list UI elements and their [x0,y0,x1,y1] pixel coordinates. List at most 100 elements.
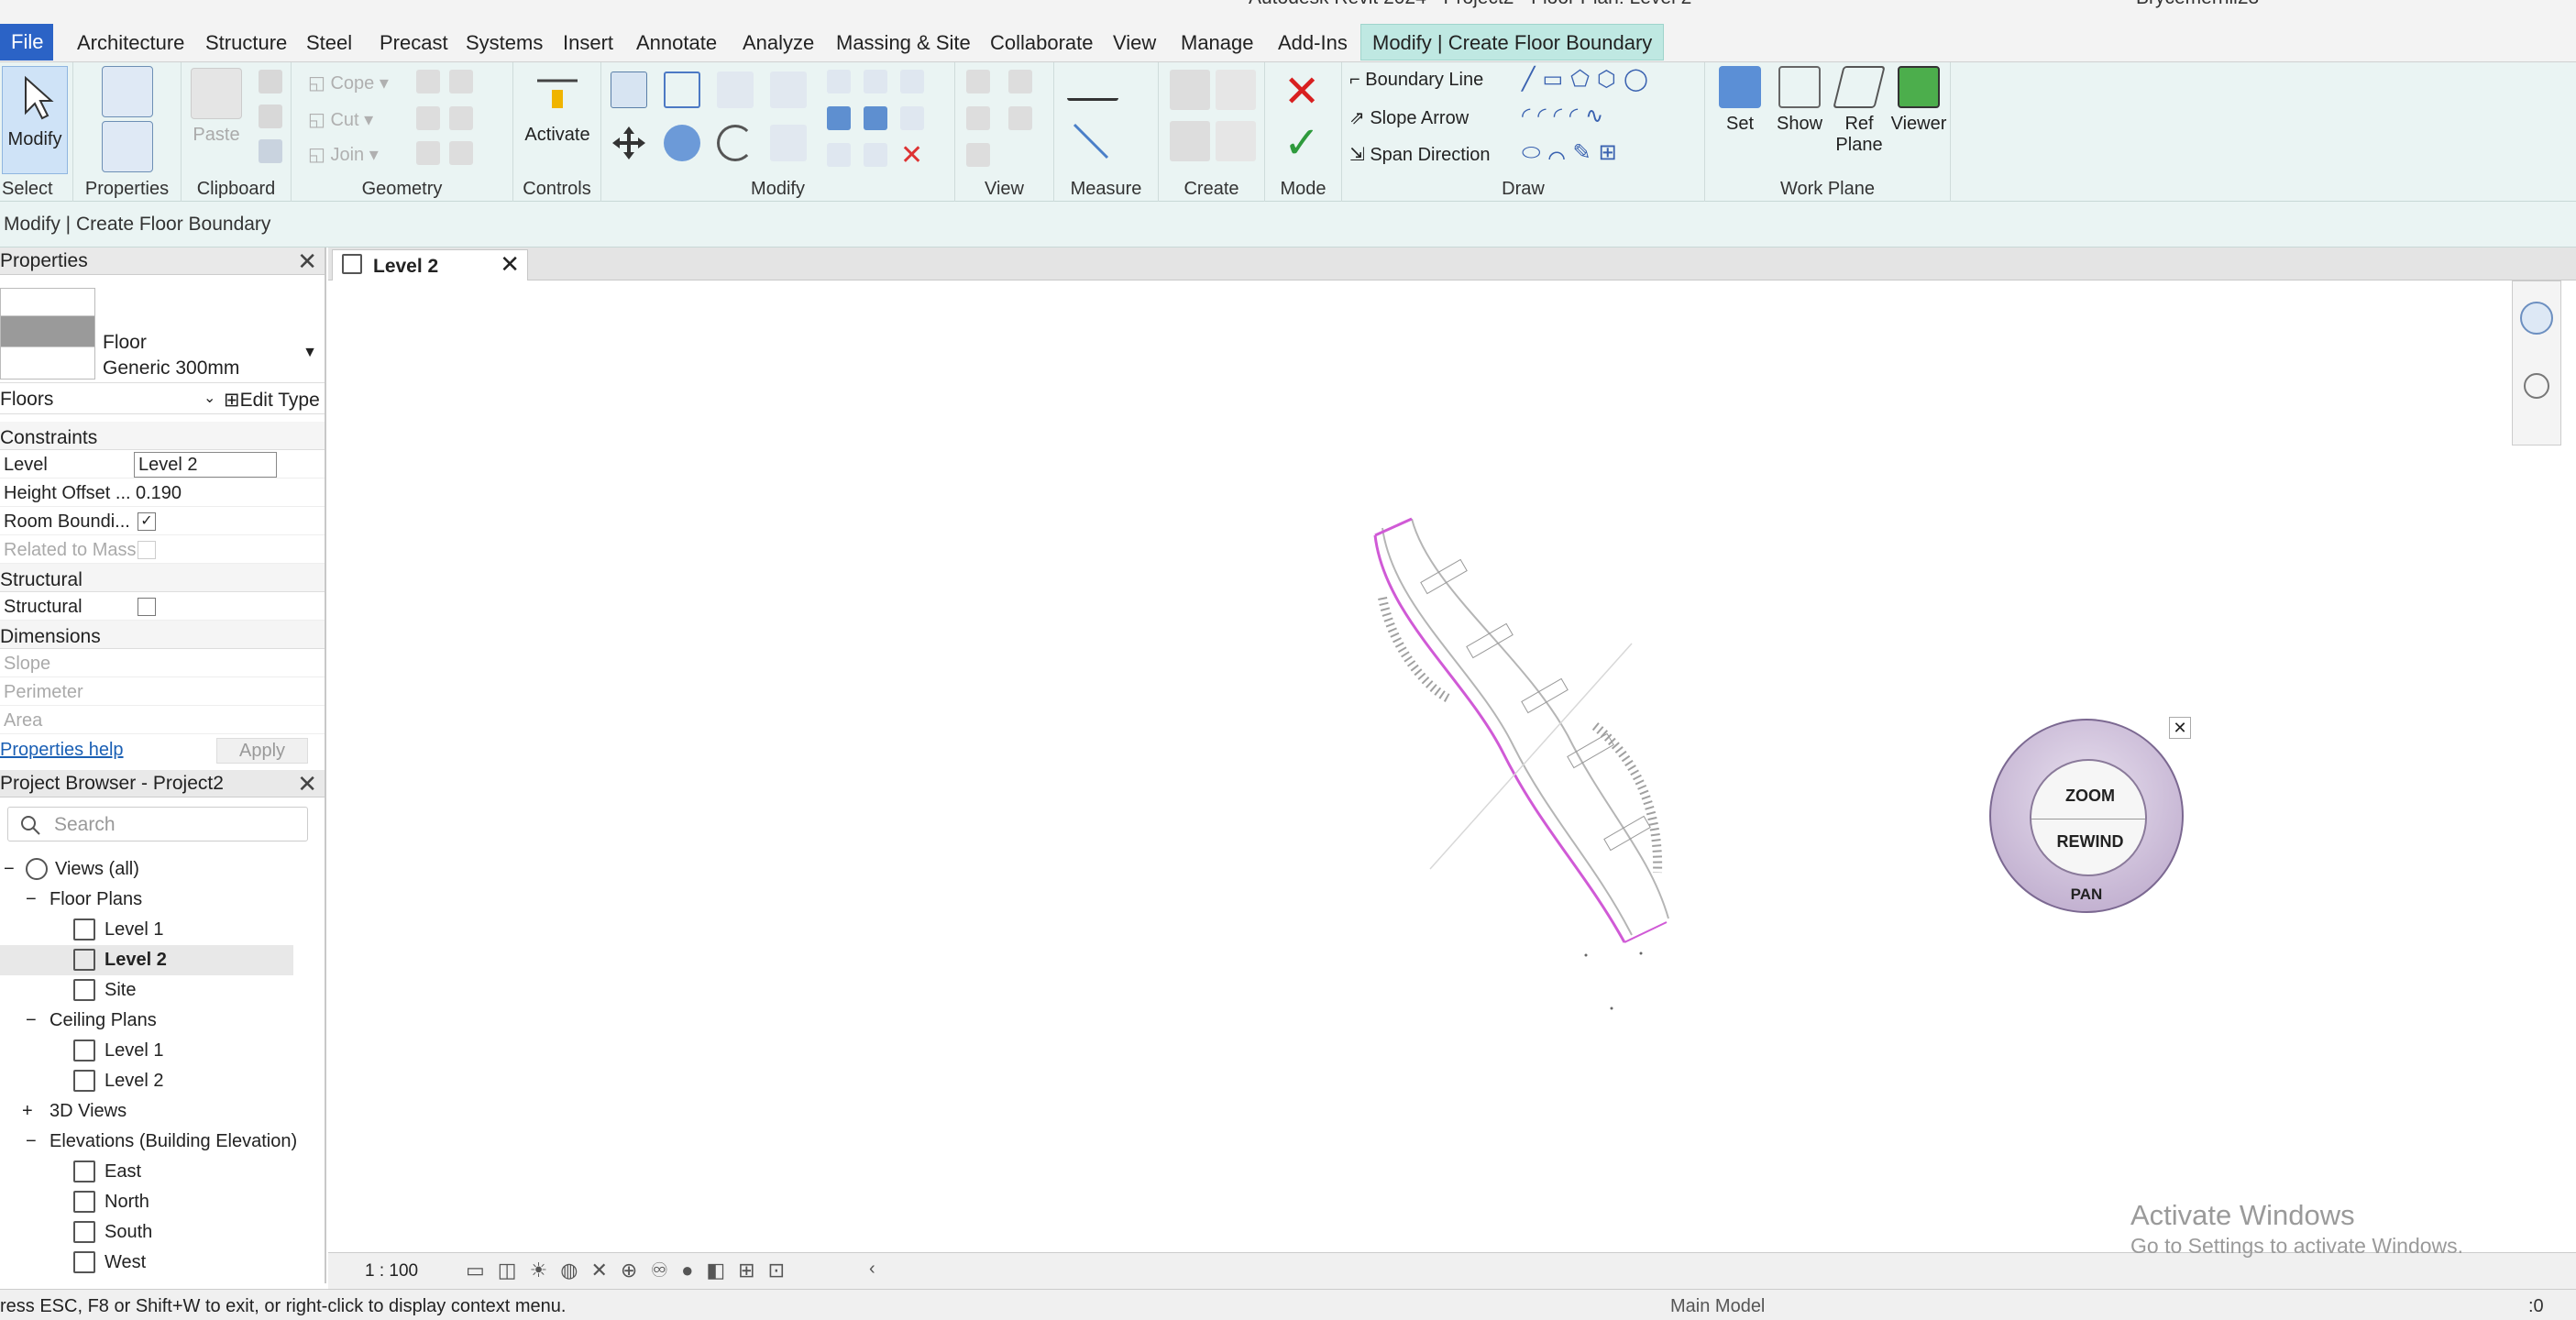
tab-systems[interactable]: Systems [466,31,543,55]
tab-file[interactable]: File [0,24,53,60]
floor-plan-drawing[interactable] [328,280,2569,1252]
hide-icon[interactable] [966,70,990,94]
group-constraints[interactable]: Constraints [0,422,325,450]
array-icon[interactable] [827,106,851,130]
tab-modify-create-floor-boundary[interactable]: Modify | Create Floor Boundary [1360,24,1665,60]
trim-icon[interactable] [416,141,440,165]
tree-elevation-east[interactable]: East [0,1157,293,1187]
dimension-icon[interactable] [1071,121,1117,161]
select-panel-label[interactable]: Select [0,179,72,200]
tree-elevations[interactable]: − Elevations (Building Elevation) [0,1127,297,1157]
group-dimensions[interactable]: Dimensions [0,621,325,649]
paste-button[interactable]: Paste [189,68,244,146]
copy-icon[interactable] [259,104,282,128]
tab-view[interactable]: View [1113,31,1156,55]
edit-type-button[interactable]: ⊞Edit Type [224,389,320,412]
close-icon[interactable]: ✕ [500,250,520,279]
draw-shapes-row-1[interactable]: ╱▭⬠⬡◯ [1522,66,1656,93]
activate-button[interactable]: Activate [523,68,592,146]
height-offset-value[interactable]: 0.190 [136,483,182,504]
cut-geometry-button[interactable]: ◱ Cut ▾ [308,108,373,131]
zoom-icon[interactable] [2524,373,2549,399]
tab-add-ins[interactable]: Add-Ins [1278,31,1348,55]
browser-search-input[interactable]: Search [7,807,308,842]
create-similar-icon[interactable] [1216,121,1256,161]
cope-button[interactable]: ◱ Cope ▾ [308,72,389,94]
tab-manage[interactable]: Manage [1181,31,1254,55]
view-control-icons[interactable]: ▭◫☀◍✕⊕♾●◧⊞⊡ [466,1259,798,1282]
instance-filter[interactable]: Floors ⌄ ⊞Edit Type [0,383,325,414]
copy-element-icon[interactable] [664,125,700,161]
active-model[interactable]: Main Model [1670,1296,1765,1317]
draw-arcs-row[interactable]: ◜◜◜◜∿ [1522,103,1611,129]
room-bounding-checkbox[interactable]: ✓ [138,512,156,531]
draw-misc-row[interactable]: ⬭⌒✎⊞ [1522,139,1624,166]
pin-icon[interactable] [900,106,924,130]
type-selector[interactable]: Floor Generic 300mm ▼ [0,275,325,383]
demolish-icon[interactable] [449,106,473,130]
tab-collaborate[interactable]: Collaborate [990,31,1094,55]
trim-single-icon[interactable] [827,143,851,167]
cancel-edit-mode-icon[interactable]: ✕ [1283,66,1320,117]
scale-icon[interactable] [864,106,887,130]
tab-insert[interactable]: Insert [563,31,613,55]
tree-floor-plan-site[interactable]: Site [0,975,293,1006]
join-button[interactable]: ◱ Join ▾ [308,143,379,166]
linework-icon[interactable] [966,106,990,130]
match-properties-icon[interactable] [259,139,282,163]
split-element-icon[interactable] [827,70,851,94]
wheel-pan[interactable]: PAN [1991,886,2182,904]
chevron-down-icon[interactable]: ▼ [303,345,317,361]
mirror-axis-icon[interactable] [717,72,754,108]
tab-analyze[interactable]: Analyze [743,31,814,55]
wheel-zoom[interactable]: ZOOM [2031,761,2145,820]
tab-massing-site[interactable]: Massing & Site [836,31,971,55]
paint-view-icon[interactable] [1008,106,1032,130]
unpin-icon[interactable] [900,70,924,94]
tree-ceiling-plan-level-1[interactable]: Level 1 [0,1036,293,1066]
tab-precast[interactable]: Precast [380,31,448,55]
view-tab-level-2[interactable]: Level 2 ✕ [332,249,528,280]
override-icon[interactable] [1008,70,1032,94]
show-work-plane-button[interactable]: Show [1771,66,1828,135]
tree-elevation-west[interactable]: West [0,1248,293,1278]
trim-multiple-icon[interactable] [864,143,887,167]
tab-steel[interactable]: Steel [306,31,352,55]
ref-plane-button[interactable]: Ref Plane [1832,66,1887,156]
group-structural[interactable]: Structural [0,564,325,592]
tab-annotate[interactable]: Annotate [636,31,717,55]
level-input[interactable]: Level 2 [134,452,277,478]
wheel-rewind[interactable]: REWIND [2031,820,2145,874]
tab-structure[interactable]: Structure [205,31,287,55]
tree-3d-views[interactable]: +3D Views [0,1096,293,1127]
drawing-canvas[interactable] [328,280,2569,1252]
close-icon[interactable]: ✕ [297,770,317,798]
tree-floor-plan-level-1[interactable]: Level 1 [0,915,293,945]
span-direction-button[interactable]: ⇲ Span Direction [1349,143,1491,166]
tree-floor-plans[interactable]: − Floor Plans [0,885,293,915]
properties-button[interactable] [95,66,160,178]
rotate-icon[interactable] [717,125,754,161]
steering-wheel[interactable]: ZOOM REWIND PAN ✕ [1989,717,2191,913]
offset-icon[interactable] [664,72,700,108]
measure-ruler-icon[interactable] [1067,73,1118,101]
chevron-down-icon[interactable]: ⌄ [204,389,215,407]
trim-extend-icon[interactable] [770,125,807,161]
wall-joins-icon[interactable] [416,106,440,130]
filter-count[interactable]: :0 [2528,1296,2544,1317]
tab-architecture[interactable]: Architecture [77,31,184,55]
steering-wheel-icon[interactable] [2520,302,2553,335]
tree-views-all[interactable]: − Views (all) [0,854,293,885]
cut-profile-icon[interactable] [966,143,990,167]
structural-checkbox[interactable] [138,598,156,616]
hammer-icon[interactable] [449,141,473,165]
scroll-left-icon[interactable]: ‹ [869,1259,875,1280]
delete-icon[interactable]: ✕ [900,139,923,171]
boundary-line-button[interactable]: ⌐ Boundary Line [1349,70,1483,91]
tree-elevation-north[interactable]: North [0,1187,293,1217]
split-gap-icon[interactable] [864,70,887,94]
split-face-icon[interactable] [416,70,440,94]
tree-floor-plan-level-2[interactable]: Level 2 [0,945,293,975]
slope-arrow-button[interactable]: ⇗ Slope Arrow [1349,106,1469,129]
tree-ceiling-plan-level-2[interactable]: Level 2 [0,1066,293,1096]
